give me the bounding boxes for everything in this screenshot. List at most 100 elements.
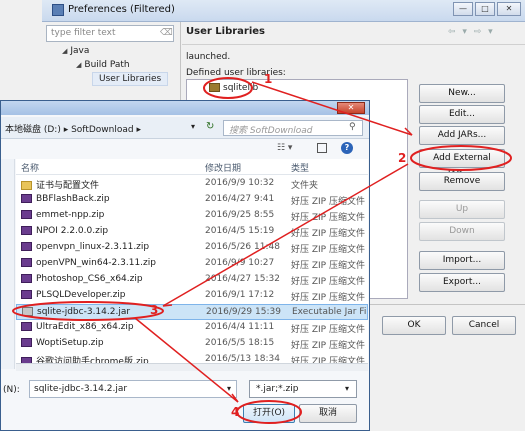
tree-item-user-libraries[interactable]: User Libraries	[92, 72, 169, 86]
ok-button[interactable]: OK	[382, 316, 446, 335]
path-dropdown-icon[interactable]: ▾	[191, 122, 195, 131]
dialog-cancel-button[interactable]: 取消	[299, 404, 357, 423]
down-button[interactable]: Down	[419, 222, 505, 241]
view-options-icon[interactable]: ☷ ▾	[277, 143, 292, 153]
zip-icon	[21, 242, 32, 251]
zip-icon	[21, 322, 32, 331]
file-row[interactable]: 证书与配置文件 2016/9/9 10:32 文件夹	[16, 176, 368, 192]
file-name-text: openvpn_linux-2.3.11.zip	[36, 242, 150, 252]
new-button[interactable]: New...	[419, 84, 505, 103]
file-name: sqlite-jdbc-3.14.2.jar	[22, 307, 130, 317]
file-name: NPOI 2.2.0.0.zip	[21, 226, 108, 236]
filename-input[interactable]: sqlite-jdbc-3.14.2.jar	[29, 380, 237, 398]
file-name-text: UltraEdit_x86_x64.zip	[36, 322, 134, 332]
folder-icon	[21, 181, 32, 190]
file-type: Executable Jar File	[292, 307, 367, 317]
dialog-close-button[interactable]: ✕	[337, 102, 365, 114]
header-divider	[182, 44, 525, 45]
header-divider	[16, 174, 368, 175]
refresh-icon[interactable]: ↻	[206, 121, 214, 132]
minimize-button[interactable]: —	[453, 2, 473, 16]
file-name-text: WoptiSetup.zip	[36, 338, 104, 348]
add-jars-button[interactable]: Add JARs...	[419, 126, 505, 145]
file-name-text: emmet-npp.zip	[36, 210, 105, 220]
file-name: UltraEdit_x86_x64.zip	[21, 322, 134, 332]
file-date: 2016/4/27 15:32	[205, 274, 280, 284]
file-row[interactable]: openVPN_win64-2.3.11.zip 2016/9/9 10:27 好压…	[16, 256, 368, 272]
search-icon[interactable]: ⚲	[349, 122, 356, 132]
library-item-label: sqlitelib	[223, 83, 259, 93]
tree-item-java[interactable]: ◢ Java	[62, 46, 89, 56]
up-button[interactable]: Up	[419, 200, 505, 219]
horizontal-scrollbar[interactable]	[16, 363, 368, 371]
file-date: 2016/4/5 15:19	[205, 226, 275, 236]
import-button[interactable]: Import...	[419, 251, 505, 270]
export-button[interactable]: Export...	[419, 273, 505, 292]
libraries-label: Defined user libraries:	[186, 68, 286, 78]
file-name: 证书与配置文件	[21, 178, 99, 191]
filename-label: (N):	[3, 385, 20, 395]
file-list[interactable]: 名称 修改日期 类型 证书与配置文件 2016/9/9 10:32 文件夹 BBFla…	[16, 159, 368, 369]
file-name-text: openVPN_win64-2.3.11.zip	[36, 258, 156, 268]
file-row[interactable]: sqlite-jdbc-3.14.2.jar 2016/9/29 15:39 Exe…	[16, 304, 368, 320]
file-row[interactable]: WoptiSetup.zip 2016/5/5 18:15 好压 ZIP 压缩文件	[16, 336, 368, 352]
file-date: 2016/4/4 11:11	[205, 322, 275, 332]
cancel-button[interactable]: Cancel	[452, 316, 516, 335]
file-type-select[interactable]: *.jar;*.zip	[249, 380, 357, 398]
expand-arrow-icon: ◢	[62, 47, 68, 55]
file-name-text: 证书与配置文件	[36, 181, 100, 191]
file-type: 好压 ZIP 压缩文件	[291, 277, 365, 287]
file-name: openVPN_win64-2.3.11.zip	[21, 258, 156, 268]
file-name: Photoshop_CS6_x64.zip	[21, 274, 143, 284]
zip-icon	[21, 338, 32, 347]
zip-icon	[21, 258, 32, 267]
file-row[interactable]: openvpn_linux-2.3.11.zip 2016/5/26 11:48 好…	[16, 240, 368, 256]
file-name-text: NPOI 2.2.0.0.zip	[36, 226, 109, 236]
zip-icon	[21, 274, 32, 283]
file-row[interactable]: UltraEdit_x86_x64.zip 2016/4/4 11:11 好压 ZI…	[16, 320, 368, 336]
help-icon[interactable]: ?	[341, 142, 353, 154]
open-button[interactable]: 打开(O)	[243, 404, 295, 423]
file-name-text: PLSQLDeveloper.zip	[36, 290, 126, 300]
file-name-text: Photoshop_CS6_x64.zip	[36, 274, 143, 284]
file-date: 2016/4/27 9:41	[205, 194, 275, 204]
file-row[interactable]: NPOI 2.2.0.0.zip 2016/4/5 15:19 好压 ZIP 压缩文…	[16, 224, 368, 240]
tree-item-build-path[interactable]: ◢ Build Path	[76, 60, 130, 70]
history-nav-icons[interactable]: ⇦ ▾ ⇨ ▾	[448, 27, 495, 37]
library-item[interactable]: sqlitelib	[209, 83, 258, 93]
file-row[interactable]: BBFlashBack.zip 2016/4/27 9:41 好压 ZIP 压缩文件	[16, 192, 368, 208]
file-name-text: sqlite-jdbc-3.14.2.jar	[37, 307, 131, 317]
zip-icon	[21, 210, 32, 219]
navigation-pane[interactable]	[1, 159, 15, 369]
add-external-jars-button[interactable]: Add External JARs...	[419, 149, 505, 180]
filter-input[interactable]: type filter text	[46, 25, 174, 42]
zip-icon	[21, 194, 32, 203]
file-date: 2016/9/1 17:12	[205, 290, 275, 300]
file-row[interactable]: PLSQLDeveloper.zip 2016/9/1 17:12 好压 ZIP 压…	[16, 288, 368, 304]
file-type-dropdown-icon[interactable]: ▾	[345, 384, 349, 393]
window-close-button[interactable]: ✕	[497, 2, 521, 16]
preview-pane-icon[interactable]	[317, 143, 327, 153]
column-header-name[interactable]: 名称	[21, 161, 39, 174]
file-row[interactable]: emmet-npp.zip 2016/9/25 8:55 好压 ZIP 压缩文件	[16, 208, 368, 224]
filename-dropdown-icon[interactable]: ▾	[227, 384, 231, 393]
file-date: 2016/9/9 10:27	[205, 258, 275, 268]
file-date: 2016/9/25 8:55	[205, 210, 275, 220]
remove-button[interactable]: Remove	[419, 172, 505, 191]
column-header-date[interactable]: 修改日期	[205, 161, 241, 174]
file-date: 2016/9/9 10:32	[205, 178, 275, 188]
file-type: 好压 ZIP 压缩文件	[291, 341, 365, 351]
search-input[interactable]: 搜索 SoftDownload	[223, 120, 363, 136]
file-name: WoptiSetup.zip	[21, 338, 104, 348]
clear-filter-icon[interactable]: ⌫	[160, 28, 173, 38]
page-title: User Libraries	[186, 26, 265, 37]
description-text: launched.	[186, 52, 231, 62]
preferences-title: Preferences (Filtered)	[68, 4, 175, 15]
breadcrumb[interactable]: 本地磁盘 (D:) ▸ SoftDownload ▸	[5, 122, 141, 135]
file-row[interactable]: Photoshop_CS6_x64.zip 2016/4/27 15:32 好压 Z…	[16, 272, 368, 288]
edit-button[interactable]: Edit...	[419, 105, 505, 124]
column-header-type[interactable]: 类型	[291, 161, 309, 174]
file-type: 好压 ZIP 压缩文件	[291, 261, 365, 271]
maximize-button[interactable]: □	[475, 2, 495, 16]
file-date: 2016/5/5 18:15	[205, 338, 275, 348]
